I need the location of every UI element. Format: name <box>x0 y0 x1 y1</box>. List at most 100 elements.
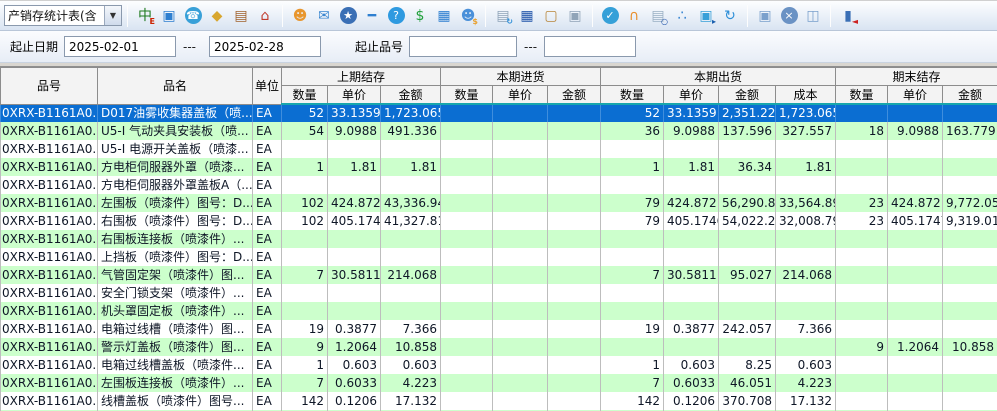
item-name-cell[interactable]: 左围板连接板（喷漆件）... <box>98 374 253 392</box>
item-code-cell[interactable]: 0XRX-B1161A0... <box>1 176 98 194</box>
subcol-ship-qty[interactable]: 数量 <box>601 86 664 105</box>
value-cell[interactable]: 405.1746 <box>664 212 719 230</box>
value-cell[interactable] <box>888 248 943 266</box>
value-cell[interactable]: 30.5811 <box>328 266 381 284</box>
value-cell[interactable] <box>493 320 548 338</box>
unit-cell[interactable]: EA <box>253 230 282 248</box>
value-cell[interactable]: 36 <box>601 122 664 140</box>
ime-icon[interactable]: 中E <box>133 4 157 28</box>
subcol-prev-qty[interactable]: 数量 <box>282 86 328 105</box>
value-cell[interactable] <box>601 140 664 158</box>
value-cell[interactable] <box>601 338 664 356</box>
value-cell[interactable]: 2,351.228 <box>719 104 776 122</box>
col-header-code[interactable]: 品号 <box>1 68 98 105</box>
value-cell[interactable]: 10.858 <box>381 338 441 356</box>
col-header-name[interactable]: 品名 <box>98 68 253 105</box>
value-cell[interactable]: 41,327.814 <box>381 212 441 230</box>
value-cell[interactable]: 30.5811 <box>664 266 719 284</box>
value-cell[interactable] <box>888 374 943 392</box>
value-cell[interactable] <box>836 266 888 284</box>
value-cell[interactable]: 0.1206 <box>664 392 719 410</box>
table-row[interactable]: 0XRX-B1161A0...左围板（喷漆件）图号：D...EA102424.8… <box>1 194 997 212</box>
value-cell[interactable]: 0.1206 <box>328 392 381 410</box>
value-cell[interactable] <box>943 266 997 284</box>
item-name-cell[interactable]: 安全门锁支架（喷漆件）... <box>98 284 253 302</box>
value-cell[interactable] <box>888 140 943 158</box>
value-cell[interactable]: 54 <box>282 122 328 140</box>
value-cell[interactable]: 18 <box>836 122 888 140</box>
value-cell[interactable] <box>441 374 493 392</box>
value-cell[interactable]: 214.068 <box>776 266 836 284</box>
value-cell[interactable] <box>548 374 601 392</box>
table-row[interactable]: 0XRX-B1161A0...气管固定架（喷漆件）图...EA730.58112… <box>1 266 997 284</box>
value-cell[interactable]: 10.858 <box>943 338 997 356</box>
value-cell[interactable]: 370.708 <box>719 392 776 410</box>
value-cell[interactable]: 23 <box>836 212 888 230</box>
item-code-cell[interactable]: 0XRX-B1161A0... <box>1 356 98 374</box>
value-cell[interactable] <box>719 140 776 158</box>
value-cell[interactable] <box>441 392 493 410</box>
value-cell[interactable]: 327.557 <box>776 122 836 140</box>
table-row[interactable]: 0XRX-B1161A0...右围板连接板（喷漆件）...EA <box>1 230 997 248</box>
value-cell[interactable]: 142 <box>601 392 664 410</box>
value-cell[interactable] <box>548 194 601 212</box>
item-name-cell[interactable]: 右围板（喷漆件）图号：D... <box>98 212 253 230</box>
group-header-purchases[interactable]: 本期进货 <box>441 68 601 86</box>
drawer-icon[interactable]: ▢ <box>539 4 563 28</box>
value-cell[interactable] <box>836 176 888 194</box>
value-cell[interactable]: 9.0988 <box>328 122 381 140</box>
value-cell[interactable] <box>493 140 548 158</box>
value-cell[interactable] <box>943 392 997 410</box>
value-cell[interactable]: 4.223 <box>381 374 441 392</box>
table-row[interactable]: 0XRX-B1161A0...U5-I 气动夹具安装板（喷...EA549.09… <box>1 122 997 140</box>
subcol-purch-price[interactable]: 单价 <box>493 86 548 105</box>
value-cell[interactable] <box>493 374 548 392</box>
value-cell[interactable] <box>548 392 601 410</box>
value-cell[interactable] <box>441 176 493 194</box>
value-cell[interactable]: 0.6033 <box>328 374 381 392</box>
value-cell[interactable] <box>888 302 943 320</box>
value-cell[interactable] <box>328 248 381 266</box>
subcol-end-amount[interactable]: 金额 <box>943 86 997 105</box>
dropdown-arrow-icon[interactable]: ▼ <box>104 6 121 25</box>
value-cell[interactable] <box>441 266 493 284</box>
value-cell[interactable] <box>836 230 888 248</box>
value-cell[interactable] <box>548 230 601 248</box>
value-cell[interactable] <box>719 284 776 302</box>
value-cell[interactable] <box>441 212 493 230</box>
value-cell[interactable] <box>493 122 548 140</box>
item-code-cell[interactable]: 0XRX-B1161A0... <box>1 374 98 392</box>
help-icon[interactable]: ? <box>384 4 408 28</box>
value-cell[interactable]: 1 <box>601 158 664 176</box>
value-cell[interactable] <box>601 248 664 266</box>
value-cell[interactable]: 0.603 <box>328 356 381 374</box>
value-cell[interactable]: 8.25 <box>719 356 776 374</box>
value-cell[interactable] <box>282 284 328 302</box>
value-cell[interactable]: 7 <box>282 374 328 392</box>
value-cell[interactable]: 79 <box>601 212 664 230</box>
value-cell[interactable] <box>282 140 328 158</box>
value-cell[interactable] <box>441 230 493 248</box>
table-row[interactable]: 0XRX-B1161A0...方电柜伺服器外罩（喷漆...EA11.811.81… <box>1 158 997 176</box>
subcol-end-price[interactable]: 单价 <box>888 86 943 105</box>
report-type-dropdown[interactable]: 产销存统计表(含 ▼ <box>4 5 122 26</box>
subcol-prev-amount[interactable]: 金额 <box>381 86 441 105</box>
item-name-cell[interactable]: 电箱过线槽（喷漆件）图... <box>98 320 253 338</box>
value-cell[interactable] <box>328 302 381 320</box>
value-cell[interactable]: 79 <box>601 194 664 212</box>
value-cell[interactable] <box>943 176 997 194</box>
value-cell[interactable]: 0.603 <box>381 356 441 374</box>
item-name-cell[interactable]: D017油雾收集器盖板（喷... <box>98 104 253 122</box>
monitor-cursor-icon[interactable]: ▣▸ <box>694 4 718 28</box>
subcol-end-qty[interactable]: 数量 <box>836 86 888 105</box>
value-cell[interactable] <box>441 302 493 320</box>
home-icon[interactable]: ⌂ <box>253 4 277 28</box>
window-restore-icon[interactable]: ▣ <box>753 4 777 28</box>
unit-cell[interactable]: EA <box>253 140 282 158</box>
value-cell[interactable] <box>943 230 997 248</box>
subcol-prev-price[interactable]: 单价 <box>328 86 381 105</box>
value-cell[interactable] <box>836 374 888 392</box>
users-icon[interactable]: ☻ <box>288 4 312 28</box>
value-cell[interactable]: 142 <box>282 392 328 410</box>
value-cell[interactable] <box>493 230 548 248</box>
